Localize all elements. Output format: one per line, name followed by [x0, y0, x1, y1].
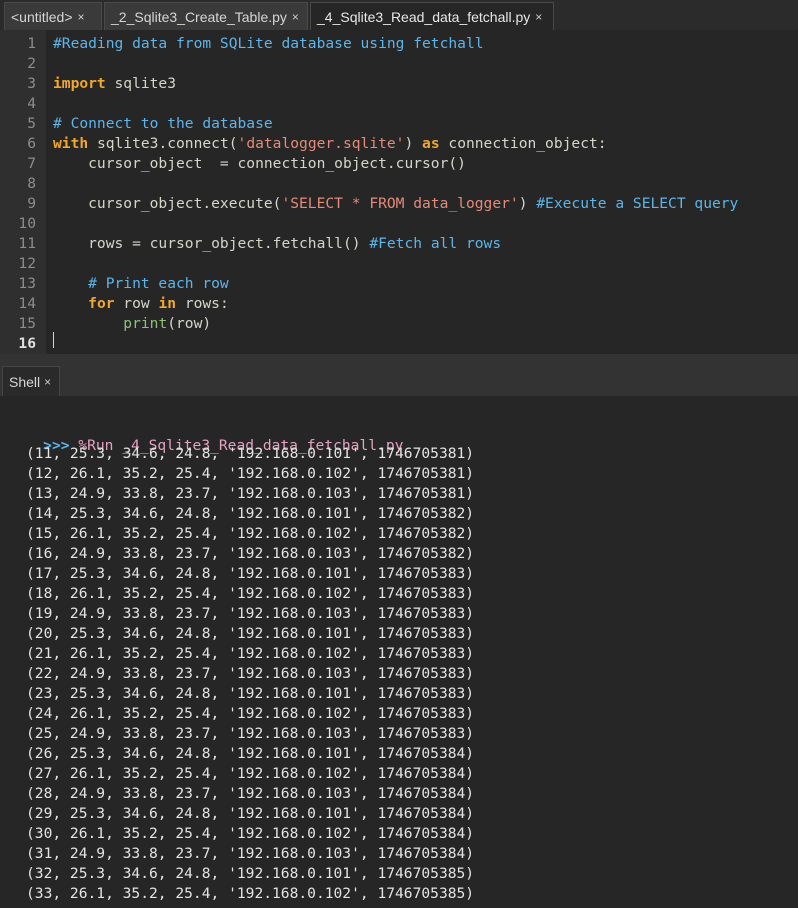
line-number: 11: [18, 235, 36, 252]
editor-tab-bar: <untitled> × _2_Sqlite3_Create_Table.py …: [0, 0, 798, 30]
shell-output-line: (29, 25.3, 34.6, 24.8, '192.168.0.101', …: [26, 805, 475, 822]
shell-output-line: (30, 26.1, 35.2, 25.4, '192.168.0.102', …: [26, 825, 475, 842]
code-line: with sqlite3.connect('datalogger.sqlite'…: [53, 134, 607, 154]
code-keyword: as: [422, 135, 440, 152]
shell-output-line: (24, 26.1, 35.2, 25.4, '192.168.0.102', …: [26, 705, 475, 722]
code-string: 'SELECT * FROM data_logger': [281, 195, 519, 212]
shell-output-line: (11, 25.3, 34.6, 24.8, '192.168.0.101', …: [26, 445, 475, 462]
line-number: 12: [18, 255, 36, 272]
shell-output-line: (26, 25.3, 34.6, 24.8, '192.168.0.101', …: [26, 745, 475, 762]
code-line: for row in rows:: [53, 294, 229, 314]
code-line: print(row): [53, 314, 211, 334]
tab-label: <untitled>: [11, 8, 73, 25]
shell-output-line: (22, 24.9, 33.8, 23.7, '192.168.0.103', …: [26, 665, 475, 682]
shell-output-line: (20, 25.3, 34.6, 24.8, '192.168.0.101', …: [26, 625, 475, 642]
code-line: import sqlite3: [53, 74, 176, 94]
line-number: 2: [27, 55, 36, 72]
code-text: row: [114, 295, 159, 312]
code-string: 'datalogger.sqlite': [237, 135, 405, 152]
line-number: 3: [27, 75, 36, 92]
code-text: rows:: [176, 295, 229, 312]
line-number: 7: [27, 155, 36, 172]
code-keyword: for: [88, 295, 115, 312]
shell-output-line: (32, 25.3, 34.6, 24.8, '192.168.0.101', …: [26, 865, 475, 882]
code-comment: #Execute a SELECT query: [536, 195, 739, 212]
close-icon[interactable]: ×: [78, 10, 85, 24]
line-number: 14: [18, 295, 36, 312]
tab-label: Shell: [9, 373, 41, 390]
code-line: cursor_object = connection_object.cursor…: [53, 154, 466, 174]
code-line: #Reading data from SQLite database using…: [53, 34, 484, 54]
code-text: sqlite3: [105, 75, 177, 92]
shell-output-line: (17, 25.3, 34.6, 24.8, '192.168.0.101', …: [26, 565, 475, 582]
text-caret: [53, 332, 54, 348]
line-number: 5: [27, 115, 36, 132]
code-comment: # Print each row: [53, 275, 229, 292]
code-text: cursor_object.execute(: [53, 195, 282, 212]
code-text: cursor_object = connection_object.cursor…: [53, 155, 466, 172]
line-number: 1: [27, 35, 36, 52]
shell-output-line: (31, 24.9, 33.8, 23.7, '192.168.0.103', …: [26, 845, 475, 862]
close-icon[interactable]: ×: [535, 10, 542, 24]
code-text: connection_object:: [439, 135, 607, 152]
code-keyword: with: [53, 135, 89, 152]
line-number: 6: [27, 135, 36, 152]
tab-untitled[interactable]: <untitled> ×: [4, 2, 102, 30]
code-line: rows = cursor_object.fetchall() #Fetch a…: [53, 234, 501, 254]
tab-create-table[interactable]: _2_Sqlite3_Create_Table.py ×: [104, 2, 308, 30]
code-line: cursor_object.execute('SELECT * FROM dat…: [53, 194, 738, 214]
shell-output-line: (21, 26.1, 35.2, 25.4, '192.168.0.102', …: [26, 645, 475, 662]
tab-label: _2_Sqlite3_Create_Table.py: [111, 8, 287, 25]
pane-splitter[interactable]: [0, 354, 798, 366]
line-number: 4: [27, 95, 36, 112]
shell-output-line: (23, 25.3, 34.6, 24.8, '192.168.0.101', …: [26, 685, 475, 702]
code-editor[interactable]: 1 #Reading data from SQLite database usi…: [0, 30, 798, 354]
shell-output-line: (19, 24.9, 33.8, 23.7, '192.168.0.103', …: [26, 605, 475, 622]
close-icon[interactable]: ×: [292, 10, 299, 24]
shell-output-line: (18, 26.1, 35.2, 25.4, '192.168.0.102', …: [26, 585, 475, 602]
code-comment: #Reading data from SQLite database using…: [53, 35, 484, 52]
code-comment: #Fetch all rows: [369, 235, 502, 252]
shell-output-line: (25, 24.9, 33.8, 23.7, '192.168.0.103', …: [26, 725, 475, 742]
code-keyword: import: [53, 75, 106, 92]
code-text: rows = cursor_object.fetchall(): [53, 235, 370, 252]
line-number: 8: [27, 175, 36, 192]
line-number: 13: [18, 275, 36, 292]
tab-read-data-fetchall[interactable]: _4_Sqlite3_Read_data_fetchall.py ×: [310, 2, 554, 30]
code-text: ): [518, 195, 537, 212]
shell-output-line: (28, 24.9, 33.8, 23.7, '192.168.0.103', …: [26, 785, 475, 802]
line-number: 15: [18, 315, 36, 332]
shell-output-line: (33, 26.1, 35.2, 25.4, '192.168.0.102', …: [26, 885, 475, 902]
shell-output-line: (15, 26.1, 35.2, 25.4, '192.168.0.102', …: [26, 525, 475, 542]
code-line: # Connect to the database: [53, 114, 273, 134]
tab-label: _4_Sqlite3_Read_data_fetchall.py: [317, 8, 531, 25]
close-icon[interactable]: ×: [44, 375, 51, 389]
shell-tab-bar: Shell ×: [0, 366, 798, 396]
shell-output-line: (13, 24.9, 33.8, 23.7, '192.168.0.103', …: [26, 485, 475, 502]
line-number: 10: [18, 215, 36, 232]
tab-shell[interactable]: Shell ×: [2, 366, 60, 396]
shell-output-line: (27, 26.1, 35.2, 25.4, '192.168.0.102', …: [26, 765, 475, 782]
code-text: sqlite3.connect(: [88, 135, 238, 152]
code-text: (row): [167, 315, 212, 332]
code-keyword: in: [158, 295, 177, 312]
code-line: # Print each row: [53, 274, 229, 294]
code-builtin: print: [123, 315, 168, 332]
line-number: 9: [27, 195, 36, 212]
line-number-current: 16: [18, 335, 36, 352]
code-comment: # Connect to the database: [53, 115, 273, 132]
shell-output-line: (16, 24.9, 33.8, 23.7, '192.168.0.103', …: [26, 545, 475, 562]
shell-output-line: (12, 26.1, 35.2, 25.4, '192.168.0.102', …: [26, 465, 475, 482]
shell-output-line: (14, 25.3, 34.6, 24.8, '192.168.0.101', …: [26, 505, 475, 522]
code-text: ): [404, 135, 423, 152]
shell-console[interactable]: >>> %Run _4_Sqlite3_Read_data_fetchall.p…: [0, 396, 798, 908]
